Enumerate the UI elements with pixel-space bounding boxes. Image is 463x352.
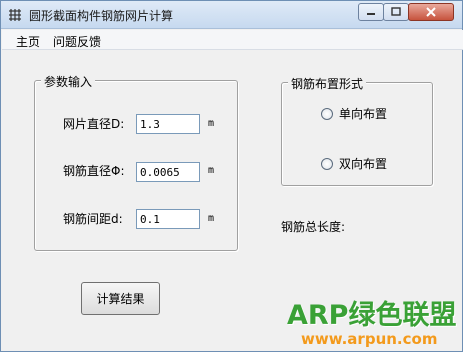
- mesh-diameter-unit: m: [208, 118, 215, 129]
- bar-spacing-unit: m: [208, 213, 215, 224]
- close-button[interactable]: [408, 3, 454, 21]
- calculate-button[interactable]: 计算结果: [81, 282, 160, 315]
- mesh-diameter-label: 网片直径D:: [63, 117, 125, 131]
- watermark-url: www.arpun.com: [301, 330, 438, 348]
- minimize-icon: [367, 13, 375, 15]
- bar-diameter-input[interactable]: [136, 162, 200, 182]
- watermark-brand: ARP绿色联盟: [287, 300, 457, 331]
- radio-circle-icon[interactable]: [321, 157, 333, 170]
- maximize-icon: [391, 7, 401, 16]
- menu-item-feedback[interactable]: 问题反馈: [53, 33, 101, 50]
- radio-double-direction[interactable]: 双向布置: [321, 155, 387, 172]
- close-icon: [426, 7, 436, 17]
- bar-diameter-label: 钢筋直径Φ:: [63, 164, 125, 178]
- radio-single-direction[interactable]: 单向布置: [321, 105, 387, 122]
- layout-group-legend: 钢筋布置形式: [288, 75, 367, 92]
- params-group-legend: 参数输入: [41, 73, 96, 90]
- bar-spacing-label: 钢筋间距d:: [63, 212, 123, 226]
- window-title: 圆形截面构件钢筋网片计算: [29, 9, 174, 23]
- menu-bar: 主页 问题反馈: [2, 30, 463, 50]
- minimize-button[interactable]: [358, 3, 384, 21]
- radio-single-label: 单向布置: [339, 107, 388, 121]
- menu-item-home[interactable]: 主页: [16, 33, 40, 50]
- app-grid-icon: [9, 9, 21, 21]
- main-window: 圆形截面构件钢筋网片计算 主页 问题反馈 参数输入 网片直径D: m 钢筋直径Φ…: [0, 0, 463, 352]
- bar-spacing-input[interactable]: [136, 209, 200, 229]
- radio-circle-icon[interactable]: [321, 107, 333, 120]
- title-bar[interactable]: 圆形截面构件钢筋网片计算: [1, 1, 462, 29]
- watermark-logo: ARP绿色联盟 www.arpun.com: [287, 293, 463, 351]
- bar-diameter-unit: m: [208, 165, 215, 176]
- maximize-button[interactable]: [383, 3, 409, 21]
- total-length-label: 钢筋总长度:: [281, 220, 346, 234]
- mesh-diameter-input[interactable]: [136, 114, 200, 134]
- radio-double-label: 双向布置: [339, 157, 388, 171]
